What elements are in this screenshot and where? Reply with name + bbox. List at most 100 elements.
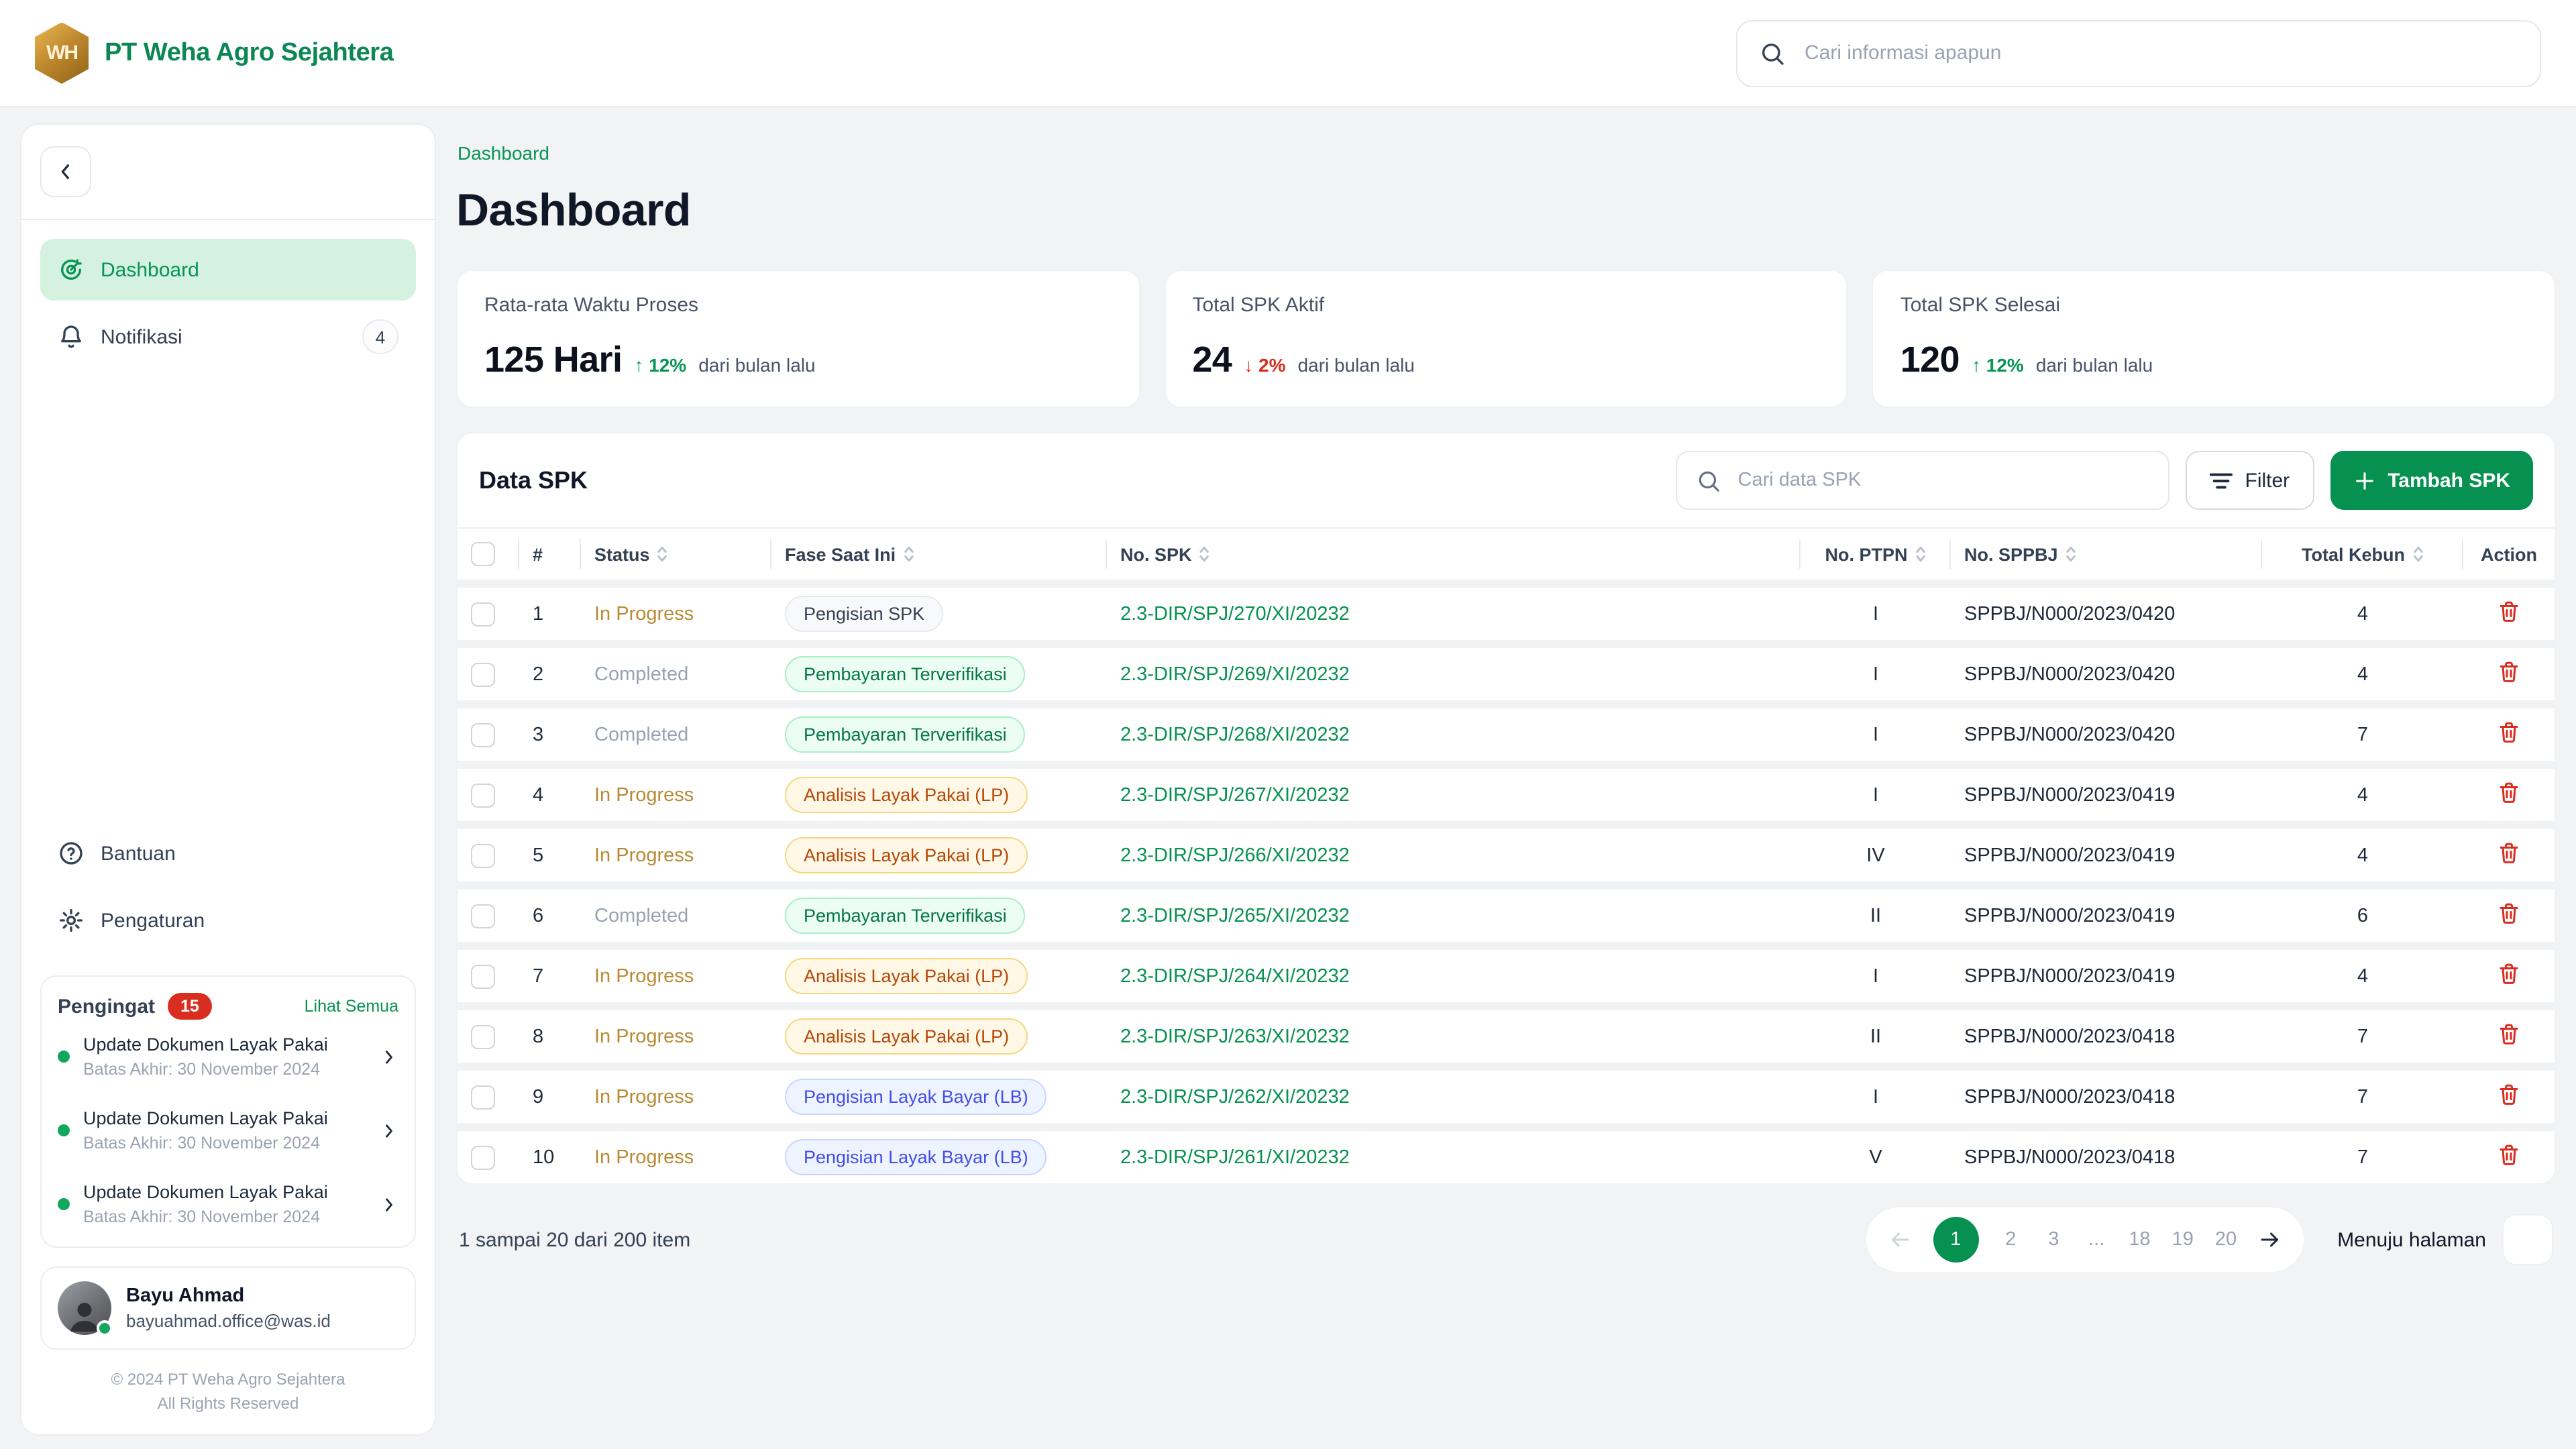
col-sppbj[interactable]: No. SPPBJ [1951,527,2262,580]
kebun-value: 4 [2262,640,2463,700]
profile-email: bayuahmad.office@was.id [126,1311,331,1331]
stat-delta: ↓ 2% [1244,354,1285,376]
col-ptpn[interactable]: No. PTPN [1801,527,1951,580]
page-number[interactable]: 19 [2172,1229,2194,1250]
sort-icon[interactable] [902,544,914,563]
chevron-right-icon[interactable] [380,1195,398,1214]
sort-icon[interactable] [2412,544,2424,563]
table-row: 4 In Progress Analisis Layak Pakai (LP) … [458,761,2555,821]
page-number[interactable]: 2 [2000,1229,2021,1250]
see-all-link[interactable]: Lihat Semua [305,997,398,1016]
delete-icon[interactable] [2497,840,2521,865]
sort-icon[interactable] [657,544,669,563]
chevron-right-icon[interactable] [380,1121,398,1140]
row-checkbox[interactable] [471,964,495,988]
brand: WH PT Weha Agro Sejahtera [35,22,393,84]
delete-icon[interactable] [2497,961,2521,986]
table-search-input[interactable] [1735,468,2150,492]
sidebar-item-bantuan[interactable]: Bantuan [40,822,416,884]
stat-card: Total SPK Selesai 120 ↑ 12% dari bulan l… [1872,270,2556,408]
delete-icon[interactable] [2497,719,2521,745]
add-spk-button[interactable]: Tambah SPK [2330,451,2533,510]
reminders-count-badge: 15 [167,993,213,1020]
col-status[interactable]: Status [581,527,771,580]
select-all-checkbox[interactable] [471,542,495,566]
col-fase[interactable]: Fase Saat Ini [771,527,1107,580]
delete-icon[interactable] [2497,1142,2521,1167]
sidebar-item-label: Dashboard [101,258,199,281]
row-checkbox[interactable] [471,1024,495,1049]
global-search[interactable] [1736,19,2541,87]
col-spk[interactable]: No. SPK [1107,527,1801,580]
status-text: Completed [594,905,688,926]
delete-icon[interactable] [2497,780,2521,805]
sidebar-collapse-button[interactable] [40,146,91,197]
spk-link[interactable]: 2.3-DIR/SPJ/262/XI/20232 [1120,1086,1350,1108]
status-text: In Progress [594,603,694,625]
row-checkbox[interactable] [471,904,495,928]
page-number[interactable]: 18 [2129,1229,2150,1250]
row-checkbox[interactable] [471,722,495,747]
page-number[interactable]: 3 [2043,1229,2064,1250]
spk-link[interactable]: 2.3-DIR/SPJ/269/XI/20232 [1120,663,1350,685]
goto-page-input[interactable] [2502,1214,2553,1265]
page-number[interactable]: 1 [1933,1217,1978,1263]
sidebar-item-pengaturan[interactable]: Pengaturan [40,890,416,951]
reminders-list: Update Dokumen Layak Pakai Batas Akhir: … [58,1020,398,1241]
reminder-item[interactable]: Update Dokumen Layak Pakai Batas Akhir: … [58,1167,398,1241]
sidebar-item-dashboard[interactable]: Dashboard [40,239,416,301]
ptpn-value: II [1801,881,1951,942]
sort-icon[interactable] [2065,544,2077,563]
spk-link[interactable]: 2.3-DIR/SPJ/261/XI/20232 [1120,1146,1350,1168]
row-checkbox[interactable] [471,662,495,686]
table-search[interactable] [1676,451,2170,510]
spk-link[interactable]: 2.3-DIR/SPJ/265/XI/20232 [1120,905,1350,926]
sidebar-item-notifikasi[interactable]: Notifikasi 4 [40,306,416,368]
stat-delta: ↑ 12% [634,354,686,376]
chevron-right-icon[interactable] [380,1047,398,1066]
fase-badge: Analisis Layak Pakai (LP) [785,958,1028,994]
delete-icon[interactable] [2497,900,2521,926]
filter-button[interactable]: Filter [2186,451,2314,510]
spk-link[interactable]: 2.3-DIR/SPJ/268/XI/20232 [1120,724,1350,745]
sort-icon[interactable] [1915,544,1927,563]
table-row: 7 In Progress Analisis Layak Pakai (LP) … [458,942,2555,1002]
delete-icon[interactable] [2497,1081,2521,1107]
reminder-title: Update Dokumen Layak Pakai [83,1108,366,1128]
status-text: In Progress [594,1026,694,1047]
col-kebun[interactable]: Total Kebun [2262,527,2463,580]
reminder-item[interactable]: Update Dokumen Layak Pakai Batas Akhir: … [58,1093,398,1167]
spk-link[interactable]: 2.3-DIR/SPJ/270/XI/20232 [1120,603,1350,625]
kebun-value: 4 [2262,761,2463,821]
global-search-input[interactable] [1802,40,2518,66]
row-number: 4 [519,761,581,821]
row-checkbox[interactable] [471,602,495,626]
row-checkbox[interactable] [471,1145,495,1169]
row-checkbox[interactable] [471,783,495,807]
stat-note: dari bulan lalu [2036,354,2153,376]
next-page-arrow-icon[interactable] [2258,1228,2282,1252]
spk-link[interactable]: 2.3-DIR/SPJ/266/XI/20232 [1120,845,1350,866]
sidebar-item-label: Notifikasi [101,325,182,348]
sppbj-value: SPPBJ/N000/2023/0419 [1951,942,2262,1002]
page-number[interactable]: 20 [2215,1229,2237,1250]
spk-link[interactable]: 2.3-DIR/SPJ/264/XI/20232 [1120,965,1350,987]
search-icon [1697,468,1722,493]
spk-link[interactable]: 2.3-DIR/SPJ/267/XI/20232 [1120,784,1350,806]
prev-page-arrow-icon[interactable] [1887,1228,1911,1252]
reminder-item[interactable]: Update Dokumen Layak Pakai Batas Akhir: … [58,1020,398,1093]
spk-link[interactable]: 2.3-DIR/SPJ/263/XI/20232 [1120,1026,1350,1047]
row-checkbox[interactable] [471,843,495,867]
delete-icon[interactable] [2497,598,2521,624]
copyright-line: © 2024 PT Weha Agro Sejahtera [40,1367,416,1391]
sort-icon[interactable] [1199,544,1211,563]
sppbj-value: SPPBJ/N000/2023/0419 [1951,881,2262,942]
status-text: In Progress [594,1146,694,1168]
user-profile-card[interactable]: Bayu Ahmad bayuahmad.office@was.id [40,1267,416,1350]
reminder-status-dot [58,1198,70,1210]
row-checkbox[interactable] [471,1085,495,1109]
delete-icon[interactable] [2497,659,2521,684]
delete-icon[interactable] [2497,1021,2521,1046]
breadcrumb[interactable]: Dashboard [458,142,549,164]
ptpn-value: I [1801,700,1951,761]
